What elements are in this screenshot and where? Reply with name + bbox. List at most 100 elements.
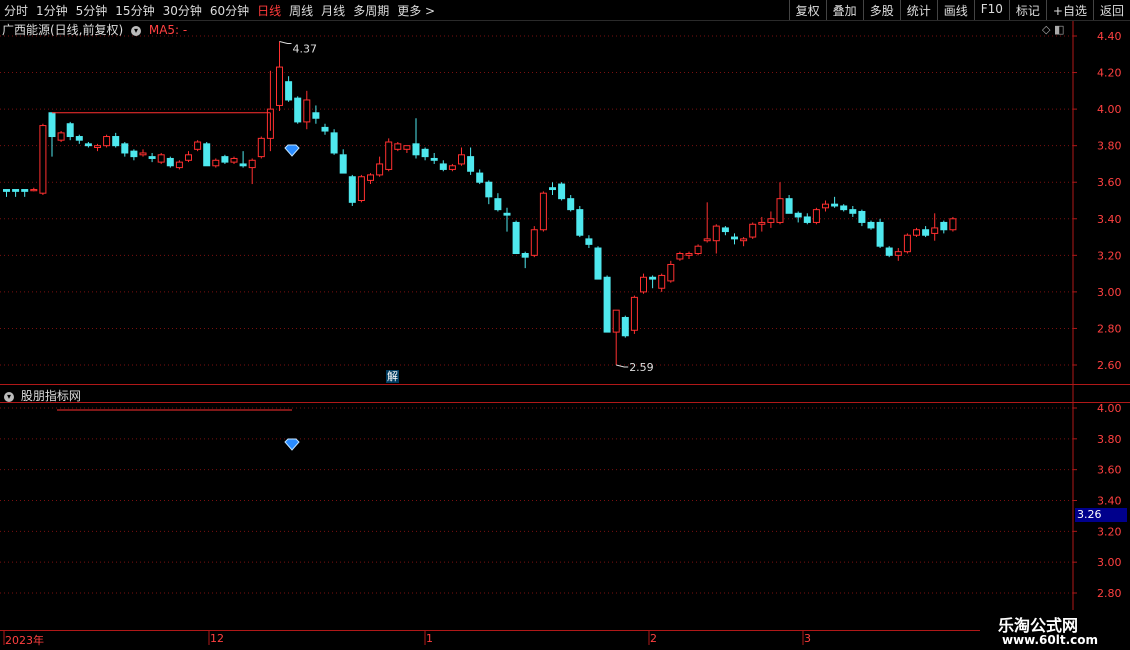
toolbar-action-button[interactable]: 返回 (1092, 0, 1130, 20)
period-tab[interactable]: 月线 (321, 2, 345, 19)
candle-body (603, 276, 611, 333)
candle-body (567, 198, 575, 211)
candle-body (612, 309, 620, 333)
candle-body (3, 189, 10, 192)
low-price-label: 2.59 (629, 361, 654, 374)
candle-body (175, 161, 183, 169)
candle-body (539, 192, 547, 231)
kline-chart[interactable]: 4.40 4.20 4.00 3.80 3.60 3.40 3.20 3.00 2.80 2.60… (0, 0, 1130, 650)
candle-body (785, 198, 793, 214)
candle-body (394, 143, 402, 150)
candle-body (558, 183, 566, 200)
toolbar-action-button[interactable]: 叠加 (825, 0, 863, 20)
candle-body (712, 225, 720, 242)
period-tab[interactable]: 分时 (4, 2, 28, 19)
candle-body (867, 221, 875, 229)
candle-body (913, 229, 920, 236)
period-tab[interactable]: 5分钟 (76, 2, 108, 19)
date-label: 2 (650, 632, 657, 645)
y-tick-label: 3.20 (1097, 525, 1122, 538)
period-tab[interactable]: 30分钟 (163, 2, 202, 19)
candle-body (148, 156, 156, 159)
candle-body (503, 212, 511, 216)
candle-body (940, 221, 948, 231)
toolbar-action-button[interactable]: 复权 (788, 0, 826, 20)
candle-body (885, 247, 893, 256)
candle-body (549, 187, 556, 191)
candle-body (185, 154, 192, 161)
candle-body (94, 145, 101, 148)
toolbar-action-button[interactable]: +自选 (1045, 0, 1093, 20)
period-tabs: 分时 1分钟 5分钟 15分钟 30分钟 60分钟 日线 周线 月线 多周期 更多 > (4, 2, 435, 19)
y-tick-label: 3.80 (1097, 433, 1122, 446)
y-tick-label: 3.60 (1097, 176, 1122, 189)
indicator-dropdown-icon[interactable]: ▾ (131, 25, 142, 36)
candle-body (840, 205, 848, 211)
period-tab[interactable]: 周线 (289, 2, 313, 19)
toolbar-actions: 复权 叠加 多股 统计 画线 F10 标记 +自选 返回 (788, 0, 1130, 20)
candle-body (303, 99, 311, 123)
y-tick-label: 3.40 (1097, 495, 1122, 508)
candle-body (321, 126, 329, 132)
diamond-signal-icon (284, 438, 300, 451)
diamond-icon[interactable]: ◇ (1042, 23, 1050, 36)
candle-body (749, 223, 757, 238)
date-label: 1 (426, 632, 433, 645)
period-tab[interactable]: 15分钟 (115, 2, 154, 19)
candle-body (521, 253, 529, 258)
main-chart-title-row: 广西能源(日线,前复权) ▾ MA5: - (2, 21, 187, 38)
candle-body (576, 209, 584, 236)
candle-body (630, 296, 638, 331)
y-tick-label: 2.80 (1097, 587, 1122, 600)
candle-body (512, 221, 520, 255)
candle-body (439, 163, 447, 170)
candle-body (112, 136, 120, 147)
unlock-badge[interactable]: 解 (386, 370, 399, 383)
candle-body (822, 203, 829, 209)
candle-body (949, 218, 957, 231)
candle-body (239, 163, 247, 167)
y-tick-label: 2.80 (1097, 322, 1122, 335)
period-tab[interactable]: 日线 (257, 2, 281, 19)
toolbar-action-button[interactable]: 统计 (899, 0, 937, 20)
candle-body (103, 136, 111, 147)
candle-body (803, 216, 811, 223)
candle-body (594, 247, 602, 280)
candle-body (731, 236, 738, 240)
ma5-label: MA5: - (148, 23, 188, 37)
period-tab[interactable]: 1分钟 (36, 2, 68, 19)
candle-body (703, 238, 711, 242)
period-tab[interactable]: 更多 > (397, 2, 435, 19)
period-tab[interactable]: 60分钟 (210, 2, 249, 19)
sub-indicator-dropdown-icon[interactable]: ▾ (4, 391, 14, 402)
y-tick-label: 3.20 (1097, 249, 1122, 262)
candle-body (412, 143, 420, 156)
candle-body (357, 176, 365, 202)
candle-body (294, 97, 302, 123)
y-tick-label: 2.60 (1097, 359, 1122, 372)
candle-body (84, 143, 92, 147)
candle-body (585, 238, 593, 245)
toolbar-action-button[interactable]: F10 (973, 0, 1009, 20)
y-tick-label: 3.60 (1097, 464, 1122, 477)
y-tick-label: 3.80 (1097, 140, 1122, 153)
candle-body (403, 145, 411, 150)
candle-body (458, 154, 465, 165)
period-tab[interactable]: 多周期 (353, 2, 389, 19)
toolbar-action-button[interactable]: 多股 (862, 0, 900, 20)
candle-body (48, 112, 56, 138)
candle-body (367, 174, 374, 181)
candle-body (212, 159, 220, 167)
toolbar-action-button[interactable]: 画线 (936, 0, 974, 20)
candle-body (931, 227, 939, 234)
y-tick-label: 4.00 (1097, 103, 1122, 116)
candle-body (21, 189, 29, 192)
window-icon[interactable]: ◧ (1054, 23, 1064, 36)
toolbar: 分时 1分钟 5分钟 15分钟 30分钟 60分钟 日线 周线 月线 多周期 更多 > 复权 叠加 多股… (0, 0, 1130, 21)
candle-body (758, 221, 766, 225)
toolbar-action-button[interactable]: 标记 (1008, 0, 1046, 20)
candle-body (685, 253, 693, 256)
candle-body (166, 157, 174, 167)
candle-body (740, 238, 748, 242)
candle-body (448, 165, 456, 170)
